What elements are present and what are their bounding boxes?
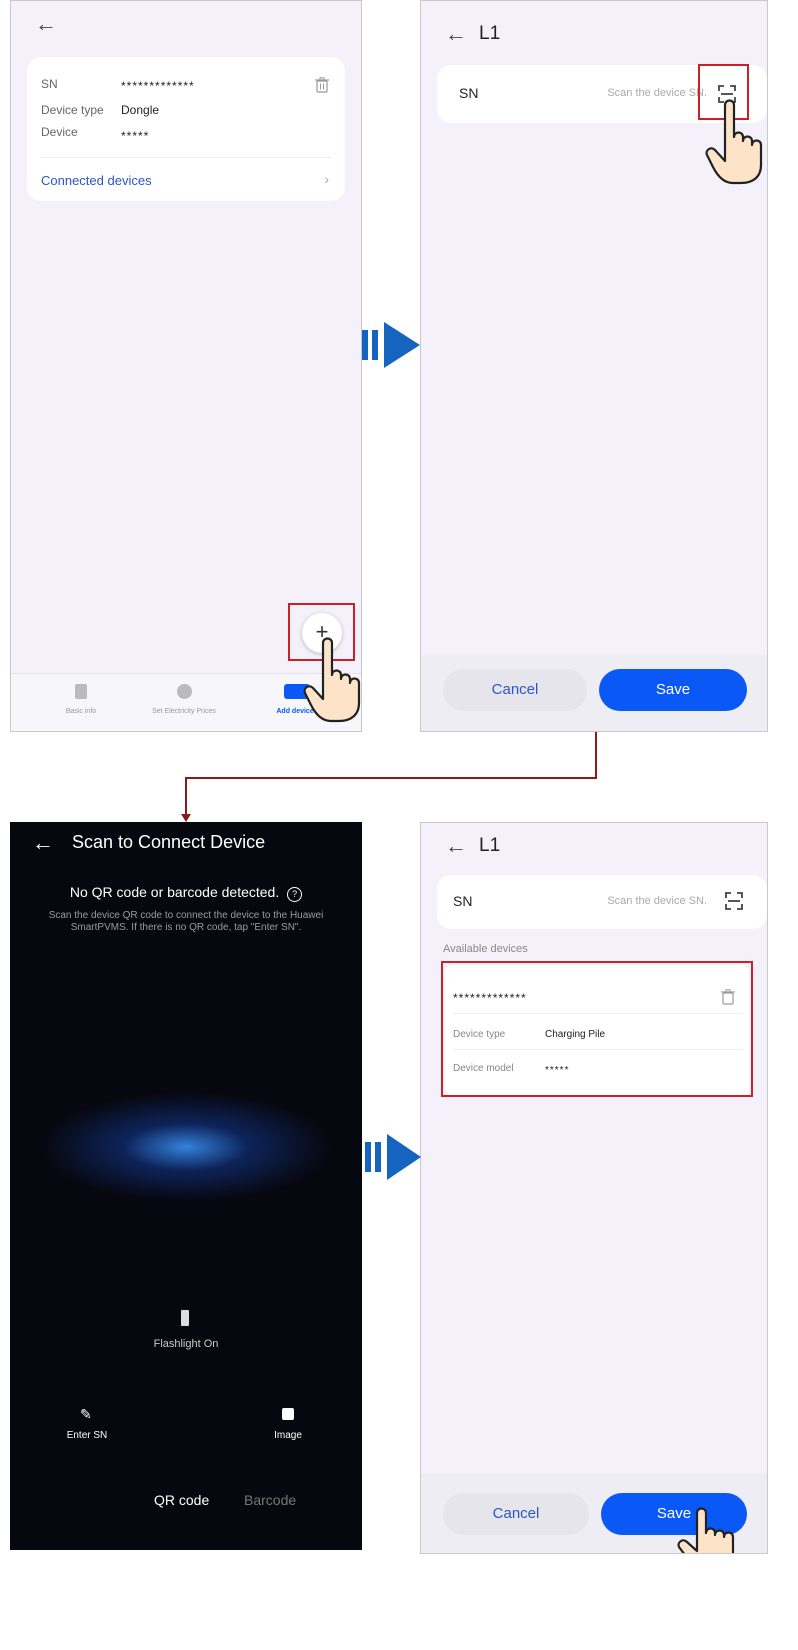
back-arrow-icon[interactable]: ← <box>32 832 54 854</box>
page-title: L1 <box>479 23 501 44</box>
device-model-value: ***** <box>545 1065 570 1076</box>
save-button[interactable]: Save <box>599 669 747 711</box>
tap-hand-icon <box>677 1507 735 1553</box>
device-type-label: Device type <box>453 1029 506 1040</box>
mode-barcode[interactable]: Barcode <box>244 1492 296 1508</box>
help-icon[interactable]: ? <box>287 887 303 902</box>
image-icon[interactable] <box>282 1408 294 1420</box>
device-label: Device <box>41 125 78 139</box>
mode-qr-code[interactable]: QR code <box>154 1492 209 1508</box>
tab-label: Basic info <box>65 708 97 715</box>
cancel-button[interactable]: Cancel <box>443 1493 589 1535</box>
screen-l1-filled: ← L1 SN Scan the device SN. Available de… <box>420 822 768 1554</box>
price-icon <box>176 684 192 699</box>
scan-icon[interactable] <box>725 892 743 910</box>
divider <box>41 157 331 158</box>
trash-icon[interactable] <box>315 77 329 93</box>
tab-label: Set Electricity Prices <box>152 708 216 715</box>
sn-label: SN <box>453 893 473 909</box>
cancel-button[interactable]: Cancel <box>443 669 587 711</box>
device-card: SN ************* Device type Dongle Devi… <box>27 57 345 201</box>
back-arrow-icon[interactable]: ← <box>445 835 467 857</box>
enter-sn-button[interactable]: Enter SN <box>52 1430 122 1441</box>
divider <box>453 1049 743 1050</box>
screen-l1-empty: ← L1 SN Scan the device SN. Cancel Save <box>420 0 768 732</box>
connected-devices-link[interactable]: Connected devices <box>41 173 152 188</box>
status-message: No QR code or barcode detected. <box>69 884 280 900</box>
flashlight-icon[interactable] <box>181 1310 189 1326</box>
instructions: Scan the device QR code to connect the d… <box>48 910 324 933</box>
flow-connector-down <box>181 732 597 822</box>
sn-label: SN <box>41 77 58 91</box>
flow-arrow-right-bottom <box>365 1134 421 1180</box>
flow-arrow-right-top <box>362 322 420 368</box>
screen-device-detail: ← SN ************* Device type Dongle De… <box>10 0 362 732</box>
page-title: Scan to Connect Device <box>72 832 266 852</box>
device-type-label: Device type <box>41 103 104 117</box>
back-arrow-icon[interactable]: ← <box>35 13 57 35</box>
device-model-label: Device model <box>453 1063 514 1074</box>
status-text: No QR code or barcode detected. ? <box>10 884 362 902</box>
tap-hand-icon <box>303 637 361 723</box>
tab-basic-info[interactable]: Basic info <box>41 684 121 715</box>
tap-hand-icon <box>705 99 763 185</box>
page-title: L1 <box>479 835 501 856</box>
back-arrow-icon[interactable]: ← <box>445 23 467 45</box>
sn-input[interactable]: Scan the device SN. <box>587 895 707 907</box>
sn-label: SN <box>459 85 479 101</box>
device-type-value: Dongle <box>121 103 160 117</box>
device-type-value: Charging Pile <box>545 1029 606 1040</box>
flashlight-label[interactable]: Flashlight On <box>10 1338 362 1350</box>
chevron-right-icon: › <box>324 171 329 187</box>
tab-electricity-prices[interactable]: Set Electricity Prices <box>129 684 239 715</box>
sn-value: ************* <box>121 79 195 93</box>
device-value: ***** <box>121 129 150 143</box>
device-sn: ************* <box>453 991 527 1005</box>
divider <box>453 1013 743 1014</box>
available-devices-heading: Available devices <box>443 943 528 955</box>
document-icon <box>75 684 87 699</box>
sn-row: SN Scan the device SN. <box>437 875 767 929</box>
image-button[interactable]: Image <box>254 1430 322 1441</box>
sn-input[interactable]: Scan the device SN. <box>587 87 707 99</box>
screen-scan: ← Scan to Connect Device No QR code or b… <box>10 822 362 1550</box>
scan-glow <box>40 1092 332 1202</box>
trash-icon[interactable] <box>721 989 735 1005</box>
pencil-icon[interactable]: ✎ <box>80 1406 92 1423</box>
